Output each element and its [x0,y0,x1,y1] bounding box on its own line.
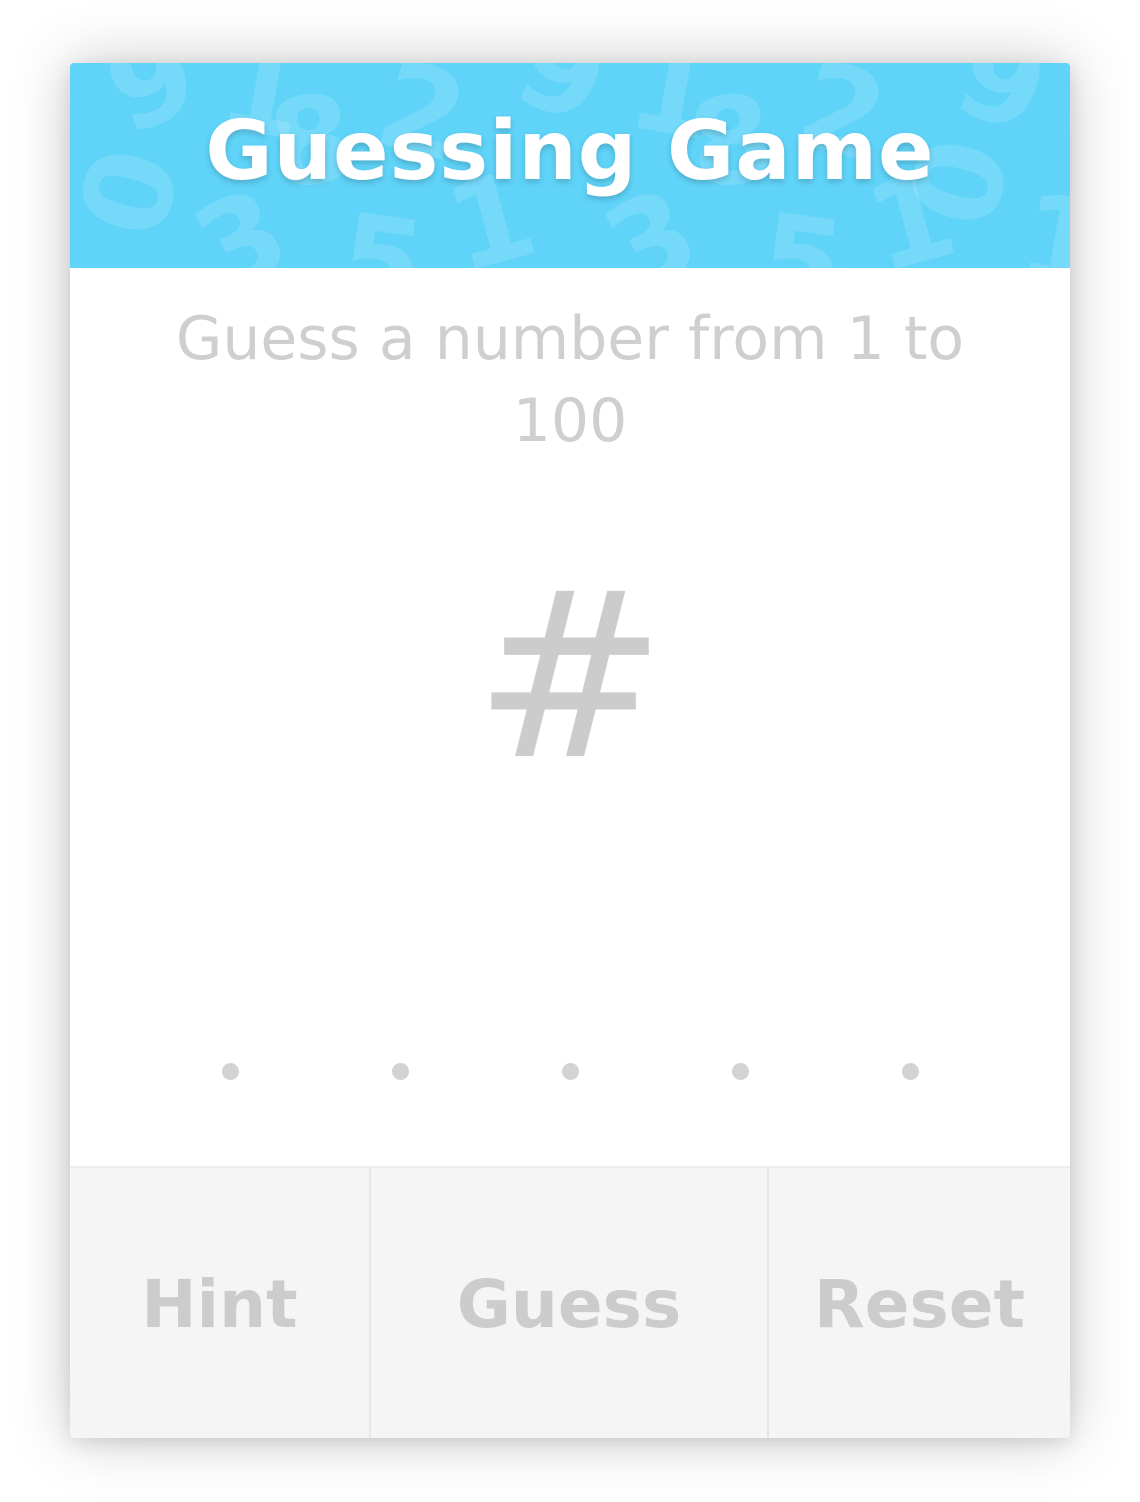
attempt-dot [562,1063,579,1080]
button-bar: Hint Guess Reset [70,1166,1070,1438]
header: 9 1 8 2 0 3 5 1 9 1 8 2 0 3 5 1 9 1 Gues… [70,63,1070,268]
instructions-text: Guess a number from 1 to 100 [175,304,965,456]
game-card: 9 1 8 2 0 3 5 1 9 1 8 2 0 3 5 1 9 1 Gues… [70,63,1070,1438]
page-title: Guessing Game [205,104,935,199]
background-digit: 5 [330,187,433,268]
attempt-dot [732,1063,749,1080]
reset-button[interactable]: Reset [769,1168,1070,1438]
attempt-dot [222,1063,239,1080]
attempt-dot [392,1063,409,1080]
guess-display: # [473,544,667,811]
guess-button[interactable]: Guess [371,1168,769,1438]
attempt-dot [902,1063,919,1080]
hint-button[interactable]: Hint [70,1168,371,1438]
attempts-indicator [70,1063,1070,1087]
background-digit: 5 [750,187,853,268]
